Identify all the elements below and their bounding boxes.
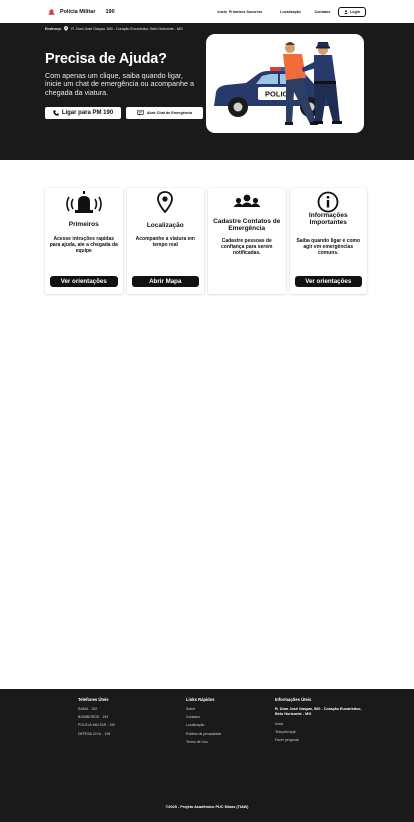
card-primeiros-title: Primeiros: [68, 221, 99, 228]
nav-item-contatos[interactable]: Contatos: [315, 10, 331, 14]
top-navbar: Polícia Militar 190 Início Primeiros Soc…: [0, 0, 414, 23]
card-localizacao: Localização Acompanhe a viatura em tempo…: [126, 188, 204, 294]
footer-link-contatos[interactable]: Contatos: [186, 715, 221, 719]
people-icon: [233, 194, 261, 207]
footer-phone-item[interactable]: SAMU - 192: [78, 707, 115, 711]
footer-links: Links Rápidos Sobre Contatos Localização…: [186, 697, 221, 748]
nav-item-inicio[interactable]: Início: [218, 10, 227, 14]
card-primeiros-desc: Acesse intruções rapidas para ajuda, ate…: [49, 236, 118, 254]
card-informacoes-title: Informações Importantes: [308, 212, 348, 227]
siren-logo-icon: [48, 9, 55, 15]
footer-info: Informações Úteis R. Dom José Gaspar, 50…: [275, 697, 365, 746]
card-primeiros: Primeiros Acesse intruções rapidas para …: [45, 188, 123, 294]
card-primeiros-button[interactable]: Ver orientações: [50, 276, 118, 287]
info-icon: [317, 191, 339, 213]
card-informacoes-button[interactable]: Ver orientações: [294, 276, 362, 287]
footer-phones: Telefones Úteis SAMU - 192 BOMBEIROS - 1…: [78, 697, 115, 740]
card-contatos: Cadastre Contatos de Emergência Cadastre…: [208, 188, 286, 294]
footer-link-sobre[interactable]: Sobre: [186, 707, 221, 711]
login-button[interactable]: Login: [338, 6, 366, 17]
nav-item-primeiros-socorros[interactable]: Primeiros Socorros: [229, 10, 262, 14]
emergency-chat-label: Abrir Chat de Emergência: [146, 111, 193, 115]
brand[interactable]: Polícia Militar 190: [48, 8, 115, 15]
footer: Telefones Úteis SAMU - 192 BOMBEIROS - 1…: [0, 689, 414, 822]
footer-phone-item[interactable]: DEFESA CIVIL - 199: [78, 732, 115, 736]
page: Polícia Militar 190 Início Primeiros Soc…: [0, 0, 414, 822]
address-value: R. Dom José Gaspar, 500 - Coração Eucarí…: [71, 26, 183, 31]
main-nav: Início Primeiros Socorros Localização Co…: [218, 6, 366, 17]
card-contatos-desc: Cadastre pessoas de confiança para serem…: [221, 238, 273, 256]
call-pm-button[interactable]: Ligar para PM 190: [45, 107, 121, 119]
hero-subtitle: Com apenas um clique, saiba quando ligar…: [45, 71, 195, 97]
call-pm-label: Ligar para PM 190: [61, 110, 114, 116]
chat-icon: [136, 110, 144, 116]
brand-number: 190: [105, 8, 115, 15]
footer-links-title: Links Rápidos: [186, 697, 215, 702]
card-informacoes-desc: Saiba quando ligar e como agir em emergê…: [296, 238, 361, 256]
footer-info-link-inicio[interactable]: Início: [275, 722, 365, 726]
card-contatos-title: Cadastre Contatos de Emergência: [213, 218, 281, 233]
card-localizacao-button[interactable]: Abrir Mapa: [131, 276, 199, 287]
login-label: Login: [350, 9, 360, 14]
location-pin-icon: [64, 26, 69, 31]
footer-info-link-tela[interactable]: Tela principal: [275, 730, 365, 734]
card-informacoes: Informações Importantes Saiba quando lig…: [289, 188, 367, 294]
footer-info-address: R. Dom José Gaspar, 500 - Coração Eucarí…: [275, 707, 362, 716]
feature-cards: Primeiros Acesse intruções rapidas para …: [45, 188, 367, 294]
map-pin-icon: [157, 191, 174, 213]
footer-info-link-pergunta[interactable]: Fazer pergunta: [275, 738, 365, 742]
siren-icon: [65, 191, 102, 213]
police-car-illustration: POLICE: [214, 42, 342, 125]
hero-title: Precisa de Ajuda?: [45, 51, 167, 67]
card-localizacao-desc: Acompanhe a viatura em tempo real: [135, 236, 195, 248]
footer-link-privacidade[interactable]: Política de privacidade: [186, 732, 221, 736]
footer-copyright: ©2025 - Projeto Acadêmico PUC Minas (TIA…: [165, 805, 249, 809]
footer-link-termos[interactable]: Termo de Uso: [186, 740, 221, 744]
footer-phone-item[interactable]: POLÍCIA MILITAR - 190: [78, 723, 115, 727]
user-icon: [344, 9, 349, 14]
footer-link-localizacao[interactable]: Localização: [186, 723, 221, 727]
emergency-chat-button[interactable]: Abrir Chat de Emergência: [126, 107, 203, 119]
footer-info-title: Informações Úteis: [275, 697, 312, 702]
nav-item-localizacao[interactable]: Localização: [280, 10, 300, 14]
hero-section: Endereço R. Dom José Gaspar, 500 - Coraç…: [0, 23, 414, 160]
brand-name: Polícia Militar: [60, 8, 96, 15]
card-localizacao-title: Localização: [146, 222, 184, 229]
address-label: Endereço: [45, 26, 62, 31]
footer-phones-title: Telefones Úteis: [78, 697, 109, 702]
footer-phone-item[interactable]: BOMBEIROS - 193: [78, 715, 115, 719]
police-arrest-illustration: POLICE: [206, 34, 364, 133]
phone-icon: [53, 110, 59, 116]
address-bar: Endereço R. Dom José Gaspar, 500 - Coraç…: [45, 26, 183, 31]
